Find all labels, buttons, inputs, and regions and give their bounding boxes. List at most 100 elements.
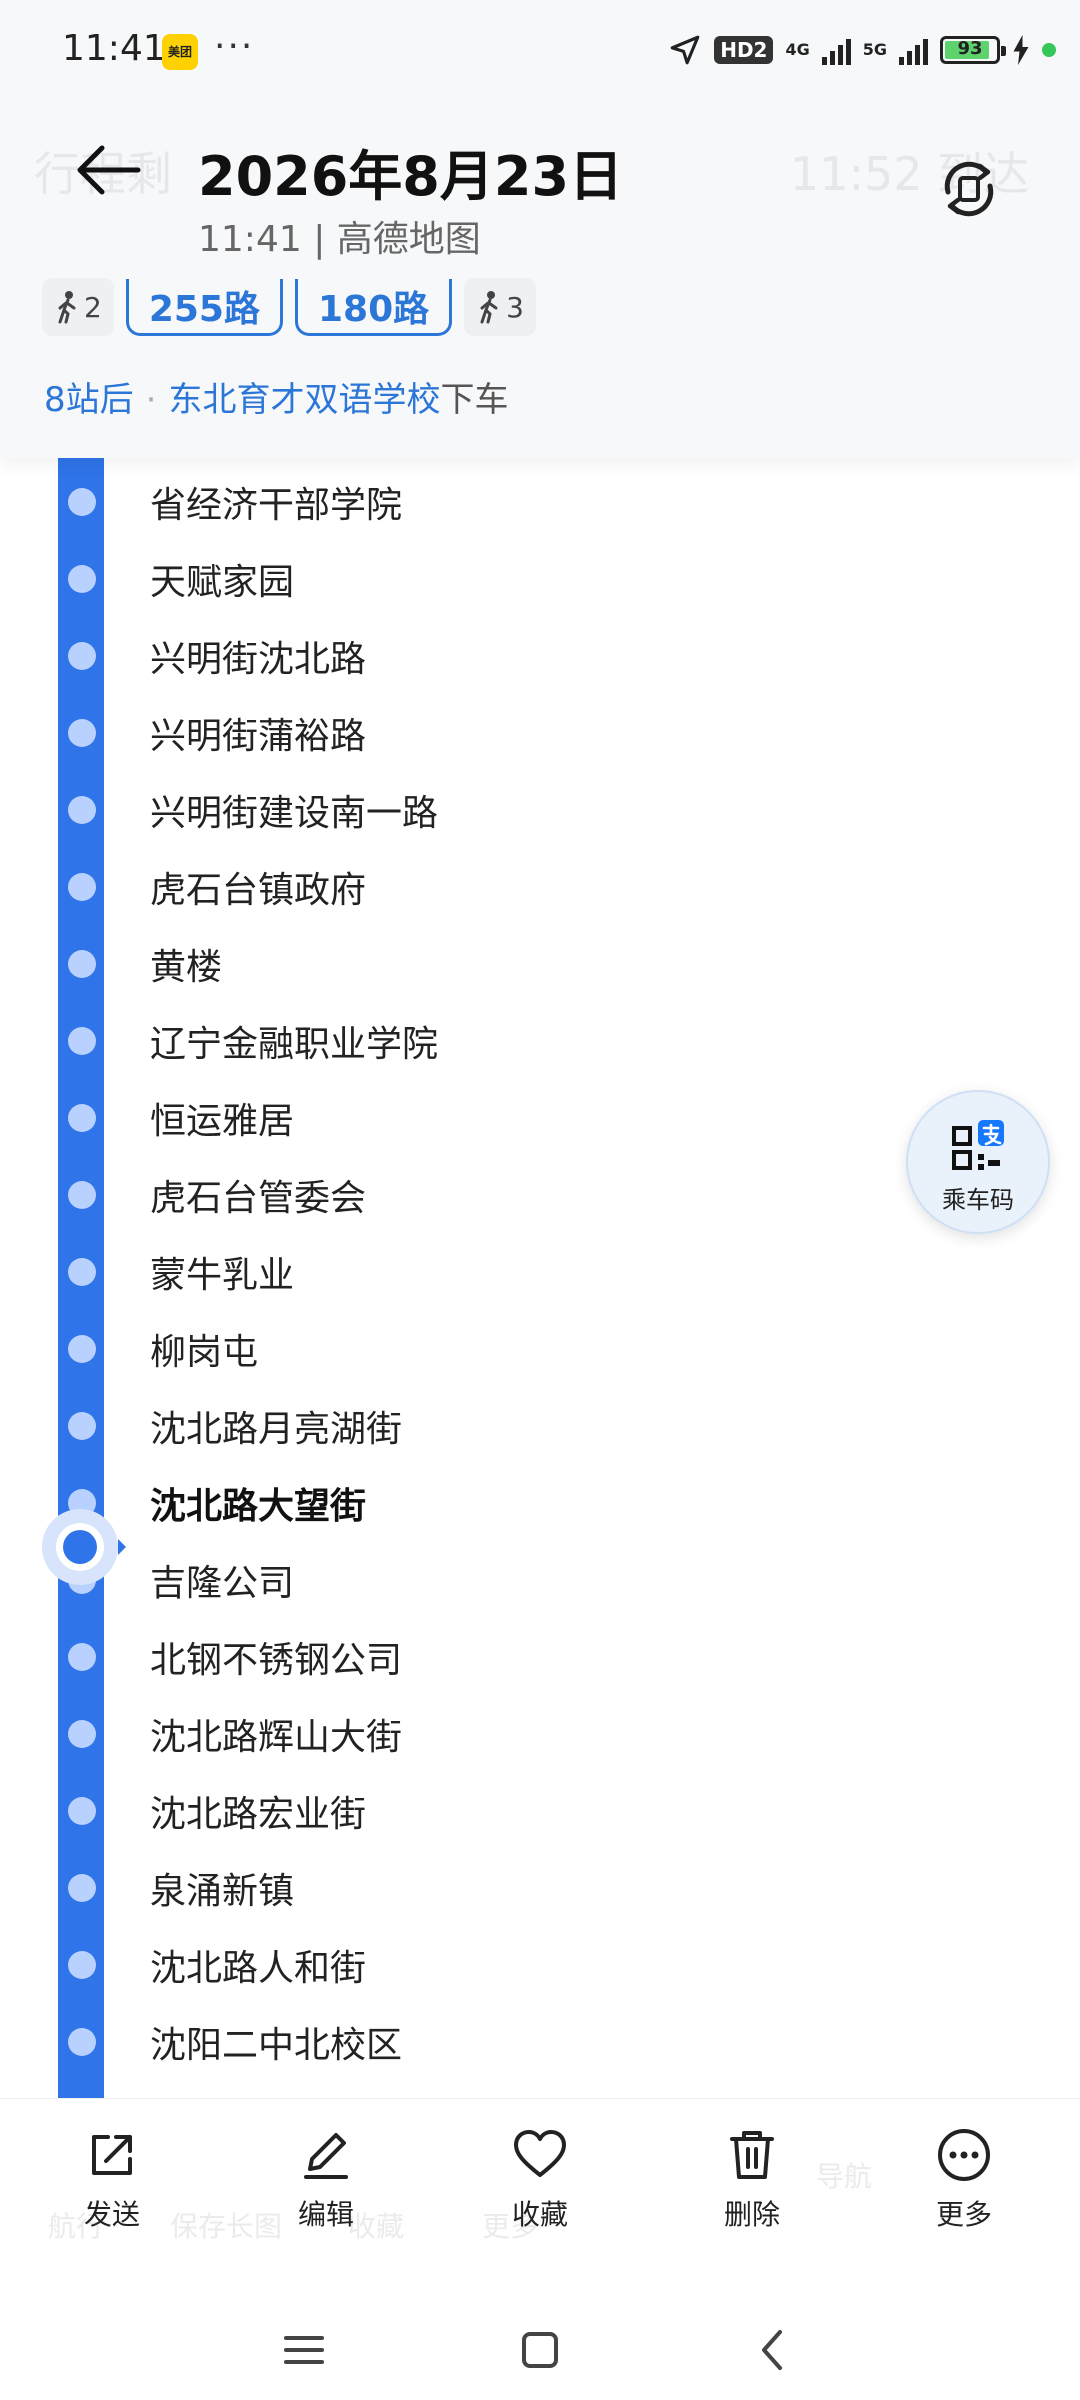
station-node-icon — [68, 950, 96, 978]
ride-code-label: 乘车码 — [942, 1186, 1014, 1214]
bus-chip-255[interactable]: 255路 — [125, 278, 283, 336]
station-item[interactable]: 沈北路辉山大街 — [0, 1696, 900, 1772]
station-item[interactable]: 兴明街蒲裕路 — [0, 695, 900, 771]
status-bar: 11:41 美团 ··· HD2 4G 5G 93 — [0, 0, 1080, 100]
station-node-icon — [68, 1181, 96, 1209]
status-time: 11:41 — [62, 28, 166, 69]
favorite-label: 收藏 — [511, 2198, 568, 2231]
station-item[interactable]: 蒙牛乳业 — [0, 1234, 900, 1310]
station-name: 虎石台镇政府 — [150, 870, 367, 911]
station-item[interactable]: 兴明街建设南一路 — [0, 772, 900, 848]
station-item[interactable]: 沈北路人和街 — [0, 1927, 900, 2003]
trash-icon — [730, 2131, 774, 2179]
station-name: 沈北路月亮湖街 — [150, 1409, 403, 1450]
station-node-icon — [68, 1104, 96, 1132]
walk-segment-2-value: 3 — [506, 290, 524, 324]
station-item[interactable]: 北钢不锈钢公司 — [0, 1619, 900, 1695]
station-name: 辽宁金融职业学院 — [150, 1024, 439, 1065]
station-item[interactable]: 兴明街沈北路 — [0, 618, 900, 694]
alight-info: 8站后 · 东北育才双语学校下车 — [44, 372, 508, 421]
signal-icon-2 — [899, 35, 928, 65]
qr-code-alipay-icon — [952, 1120, 1004, 1170]
delete-button[interactable]: 删除 — [682, 2127, 822, 2267]
network-type-2: 5G — [862, 40, 887, 59]
status-icons: HD2 4G 5G 93 — [668, 28, 1056, 72]
trip-header: 行程剩 11:52 到达 2026年8月23日 11:41 | 高德地图 2 2… — [0, 100, 1080, 458]
meituan-app-icon: 美团 — [162, 34, 198, 70]
station-node-icon — [68, 719, 96, 747]
ride-code-button[interactable]: 乘车码 — [906, 1090, 1050, 1234]
back-arrow-icon[interactable] — [72, 140, 144, 200]
station-item[interactable]: 天赋家园 — [0, 541, 900, 617]
delete-label: 删除 — [723, 2198, 780, 2231]
station-name: 黄楼 — [150, 947, 223, 988]
station-name: 省经济干部学院 — [150, 485, 403, 526]
ghost-label: 导航 — [816, 2160, 873, 2193]
station-node-icon — [68, 2028, 96, 2056]
pencil-icon — [304, 2133, 348, 2179]
heart-icon — [514, 2130, 566, 2177]
home-square-icon[interactable] — [510, 2320, 570, 2380]
station-name: 天赋家园 — [150, 562, 295, 603]
station-item[interactable]: 虎石台管委会 — [0, 1157, 900, 1233]
menu-icon[interactable] — [274, 2320, 334, 2380]
station-item[interactable]: 柳岗屯 — [0, 1311, 900, 1387]
privacy-indicator-icon — [1042, 43, 1056, 57]
walking-icon — [58, 291, 76, 324]
current-location-marker-icon — [42, 1509, 126, 1585]
send-label: 发送 — [83, 2198, 140, 2231]
station-item[interactable]: 沈北路月亮湖街 — [0, 1388, 900, 1464]
system-nav-bar — [0, 2298, 1080, 2400]
station-node-icon — [68, 488, 96, 516]
route-chips: 2 255路 180路 3 — [42, 278, 536, 336]
network-type-1: 4G — [785, 40, 810, 59]
station-name: 泉涌新镇 — [150, 1871, 295, 1912]
walk-segment-chip-2[interactable]: 3 — [464, 278, 536, 336]
rotate-screen-icon[interactable] — [936, 156, 1002, 222]
edit-button[interactable]: 编辑 — [256, 2127, 396, 2267]
station-node-icon — [68, 642, 96, 670]
page-title: 2026年8月23日 — [198, 145, 624, 208]
station-item[interactable]: 虎石台镇政府 — [0, 849, 900, 925]
station-node-icon — [68, 1797, 96, 1825]
charging-icon — [1013, 35, 1029, 65]
station-item[interactable]: 恒运雅居 — [0, 1080, 900, 1156]
more-button[interactable]: 更多 — [894, 2127, 1034, 2267]
station-name: 兴明街建设南一路 — [150, 793, 439, 834]
station-item[interactable]: 辽宁金融职业学院 — [0, 1003, 900, 1079]
station-item[interactable]: 省经济干部学院 — [0, 464, 900, 540]
send-button[interactable]: 发送 — [42, 2127, 182, 2267]
signal-icon — [821, 35, 851, 65]
alight-action: 下车 — [440, 380, 509, 420]
hd-badge: HD2 — [714, 36, 774, 64]
station-item[interactable]: 沈北路大望街 — [0, 1465, 900, 1541]
station-name: 北钢不锈钢公司 — [150, 1640, 403, 1681]
walk-segment-chip[interactable]: 2 — [42, 278, 114, 336]
station-node-icon — [68, 1027, 96, 1055]
station-name: 沈北路辉山大街 — [150, 1717, 403, 1758]
battery-level: 93 — [957, 38, 983, 59]
favorite-button[interactable]: 收藏 — [470, 2127, 610, 2267]
more-label: 更多 — [935, 2198, 992, 2231]
station-item[interactable]: 沈阳二中北校区 — [0, 2004, 900, 2080]
station-name: 柳岗屯 — [150, 1332, 259, 1373]
stops-remaining: 8站后 — [44, 380, 134, 420]
separator-dot: · — [145, 380, 157, 420]
station-item[interactable]: 黄楼 — [0, 926, 900, 1002]
walk-segment-1-value: 2 — [84, 290, 102, 324]
bus-chip-180[interactable]: 180路 — [294, 278, 453, 336]
station-name: 沈阳二中北校区 — [150, 2025, 403, 2066]
back-chevron-icon[interactable] — [744, 2320, 804, 2380]
walking-icon — [480, 291, 498, 324]
more-dots-icon — [938, 2129, 990, 2181]
station-node-icon — [68, 1335, 96, 1363]
station-node-icon — [68, 873, 96, 901]
page-subtitle: 11:41 | 高德地图 — [198, 219, 481, 260]
station-item[interactable]: 沈北路宏业街 — [0, 1773, 900, 1849]
edit-label: 编辑 — [297, 2198, 354, 2231]
station-item[interactable]: 泉涌新镇 — [0, 1850, 900, 1926]
alight-station: 东北育才双语学校 — [168, 380, 441, 420]
station-item[interactable]: 吉隆公司 — [0, 1542, 900, 1618]
station-node-icon — [68, 1258, 96, 1286]
station-name: 虎石台管委会 — [150, 1178, 367, 1219]
